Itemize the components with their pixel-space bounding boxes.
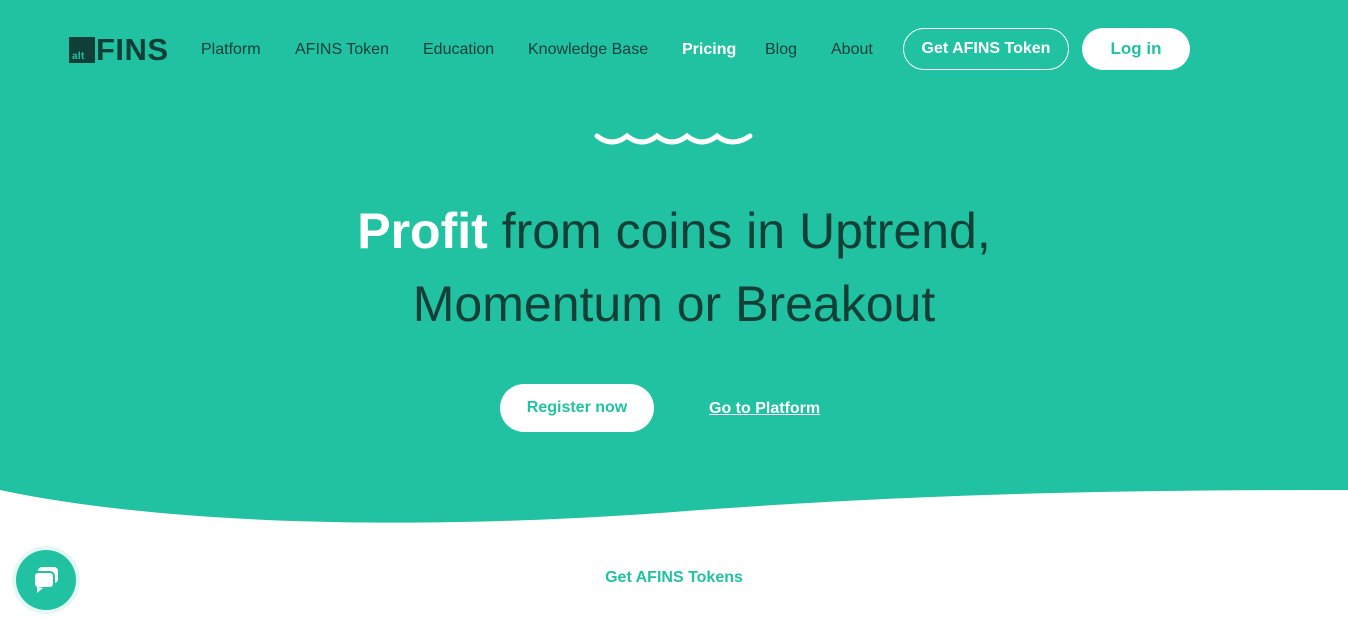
chat-button[interactable] <box>16 550 76 610</box>
nav-item-platform[interactable]: Platform <box>201 38 261 62</box>
get-afins-token-button[interactable]: Get AFINS Token <box>903 28 1069 70</box>
nav-item-about[interactable]: About <box>831 38 873 62</box>
hero-headline-rest: from coins in Uptrend, <box>487 203 991 259</box>
login-button[interactable]: Log in <box>1082 28 1190 70</box>
nav-item-blog[interactable]: Blog <box>765 38 797 62</box>
hero-bottom-wave <box>0 470 1348 550</box>
hero-headline: Profit from coins in Uptrend, Momentum o… <box>0 195 1348 341</box>
logo[interactable]: alt FINS <box>69 32 169 67</box>
nav-item-afins-token[interactable]: AFINS Token <box>295 38 389 62</box>
register-now-button[interactable]: Register now <box>500 384 654 432</box>
go-to-platform-link[interactable]: Go to Platform <box>709 397 820 421</box>
logo-alt-text: alt <box>72 51 85 62</box>
nav-item-pricing[interactable]: Pricing <box>682 38 736 62</box>
nav-item-knowledge-base[interactable]: Knowledge Base <box>528 38 648 62</box>
wave-divider-icon <box>594 132 753 145</box>
hero-headline-line1: Profit from coins in Uptrend, <box>0 195 1348 268</box>
get-afins-tokens-label: Get AFINS Tokens <box>605 569 743 586</box>
chat-bubble-icon <box>33 567 58 593</box>
nav-item-education[interactable]: Education <box>423 38 494 62</box>
hero-headline-emphasis: Profit <box>357 203 488 259</box>
hero-headline-line2: Momentum or Breakout <box>412 276 936 332</box>
logo-wordmark: FINS <box>96 32 169 67</box>
logo-mark: alt <box>69 37 95 63</box>
